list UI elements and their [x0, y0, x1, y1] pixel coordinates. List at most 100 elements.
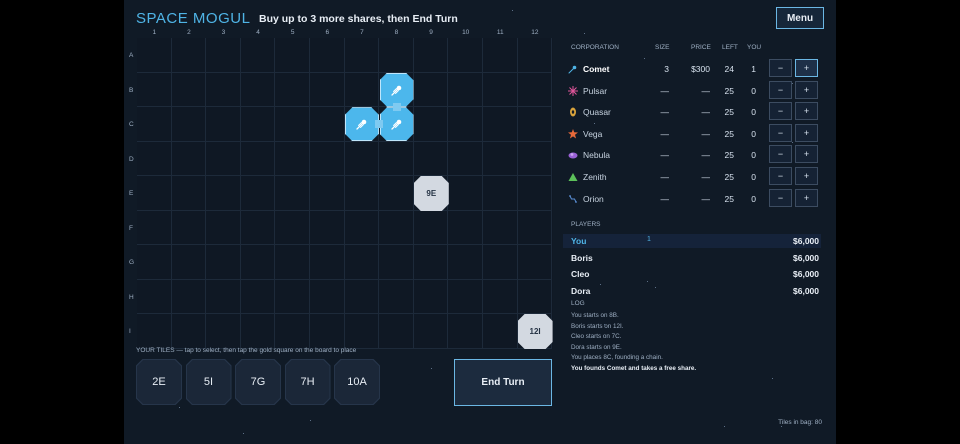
board-cell[interactable] — [275, 141, 310, 176]
board-cell[interactable] — [448, 72, 483, 107]
board-cell[interactable] — [483, 107, 518, 142]
board-cell[interactable] — [137, 279, 172, 314]
board-cell[interactable] — [171, 176, 207, 211]
hand-tile[interactable]: 7H — [284, 359, 331, 405]
board-cell[interactable] — [240, 176, 276, 211]
end-turn-button[interactable]: End Turn — [454, 359, 552, 406]
board-cell[interactable] — [448, 141, 483, 176]
board-cell[interactable] — [275, 176, 310, 211]
board-cell[interactable] — [275, 38, 310, 73]
board-cell[interactable] — [483, 176, 518, 211]
board-cell[interactable] — [413, 141, 449, 176]
buy-share-button[interactable]: + — [795, 80, 818, 99]
board-cell[interactable] — [206, 279, 241, 314]
board-cell[interactable] — [137, 141, 172, 176]
board-cell[interactable] — [517, 210, 553, 245]
board-cell[interactable] — [310, 107, 345, 142]
board-cell[interactable] — [310, 72, 345, 107]
board-cell[interactable] — [240, 210, 276, 245]
board-cell[interactable] — [206, 38, 241, 73]
board-cell[interactable] — [275, 107, 310, 142]
sell-share-button[interactable]: − — [769, 167, 792, 185]
board-cell[interactable] — [517, 107, 553, 142]
menu-button[interactable]: Menu — [776, 7, 824, 29]
board-cell[interactable] — [448, 210, 483, 245]
board-cell[interactable] — [413, 279, 449, 314]
board-cell[interactable] — [379, 314, 414, 349]
board-cell[interactable] — [275, 279, 310, 314]
board-cell[interactable] — [240, 279, 276, 314]
hand-tile[interactable]: 7G — [235, 359, 281, 405]
board-cell[interactable] — [137, 176, 172, 211]
sell-share-button[interactable]: − — [769, 145, 792, 164]
hand-tile[interactable]: 10A — [334, 359, 380, 405]
board-cell[interactable] — [240, 314, 276, 349]
board-cell[interactable] — [310, 176, 345, 211]
board-cell[interactable] — [310, 279, 345, 314]
board-cell[interactable] — [171, 72, 207, 107]
sell-share-button[interactable]: − — [769, 102, 792, 121]
board-cell[interactable] — [240, 72, 276, 107]
board-cell[interactable] — [344, 38, 380, 73]
board-cell[interactable] — [344, 279, 380, 314]
board-cell[interactable] — [344, 245, 380, 280]
board-cell[interactable] — [206, 245, 241, 280]
board-cell[interactable] — [448, 38, 483, 73]
board-cell[interactable] — [310, 210, 345, 245]
board-cell[interactable] — [137, 314, 172, 349]
buy-share-button[interactable]: + — [795, 167, 818, 185]
board-cell[interactable] — [448, 107, 483, 142]
board-cell[interactable] — [206, 210, 241, 245]
board-cell[interactable] — [344, 176, 380, 211]
board-cell[interactable] — [413, 72, 449, 107]
board-cell[interactable] — [206, 107, 241, 142]
board-cell[interactable] — [344, 72, 380, 107]
board-cell[interactable] — [448, 314, 483, 349]
board-cell[interactable] — [483, 245, 518, 280]
hand-tile[interactable]: 5I — [185, 359, 232, 405]
board-cell[interactable] — [240, 38, 276, 73]
sell-share-button[interactable]: − — [769, 80, 792, 99]
board-cell[interactable] — [240, 141, 276, 176]
sell-share-button[interactable]: − — [769, 188, 792, 207]
board-cell[interactable] — [275, 314, 310, 349]
board-cell[interactable] — [275, 245, 310, 280]
board-cell[interactable] — [206, 176, 241, 211]
sell-share-button[interactable]: − — [769, 123, 792, 142]
board-cell[interactable] — [517, 245, 553, 280]
board-cell[interactable] — [206, 72, 241, 107]
board-cell[interactable] — [483, 141, 518, 176]
board-cell[interactable] — [137, 245, 172, 280]
board-cell[interactable] — [379, 176, 414, 211]
board-cell[interactable] — [448, 279, 483, 314]
board-cell[interactable] — [206, 141, 241, 176]
board-cell[interactable] — [275, 72, 310, 107]
buy-share-button[interactable]: + — [795, 145, 818, 164]
board-cell[interactable] — [137, 72, 172, 107]
buy-share-button[interactable]: + — [795, 123, 818, 142]
board-cell[interactable] — [483, 38, 518, 73]
board-cell[interactable] — [483, 72, 518, 107]
board-cell[interactable] — [517, 176, 553, 211]
board-cell[interactable] — [171, 107, 207, 142]
board-cell[interactable] — [171, 141, 207, 176]
board-cell[interactable] — [171, 38, 207, 73]
board-cell[interactable] — [379, 279, 414, 314]
board-cell[interactable] — [379, 245, 414, 280]
board-cell[interactable] — [171, 279, 207, 314]
board-cell[interactable] — [517, 72, 553, 107]
hand-tile[interactable]: 2E — [136, 359, 182, 405]
board-cell[interactable] — [275, 210, 310, 245]
board-cell[interactable] — [379, 210, 414, 245]
board-cell[interactable] — [310, 314, 345, 349]
board-cell[interactable] — [137, 107, 172, 142]
board-cell[interactable] — [171, 314, 207, 349]
board-cell[interactable] — [310, 245, 345, 280]
board-cell[interactable] — [240, 107, 276, 142]
sell-share-button[interactable]: − — [769, 59, 792, 77]
board-cell[interactable] — [448, 245, 483, 280]
board-cell[interactable] — [344, 314, 380, 349]
board-cell[interactable] — [240, 245, 276, 280]
board-cell[interactable] — [517, 38, 553, 73]
board-cell[interactable] — [413, 210, 449, 245]
